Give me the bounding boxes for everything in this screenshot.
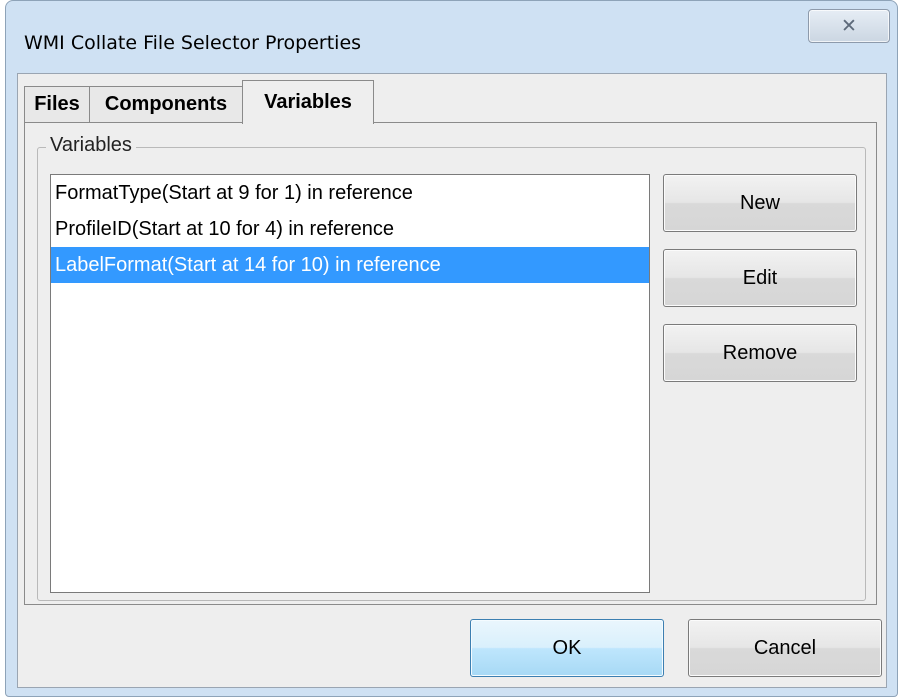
close-icon: ✕ (841, 14, 857, 37)
tab-files[interactable]: Files (24, 86, 90, 122)
variables-group-legend: Variables (46, 134, 136, 157)
new-button[interactable]: New (663, 174, 857, 232)
variable-list-item[interactable]: FormatType(Start at 9 for 1) in referenc… (51, 175, 649, 211)
dialog-footer: OK Cancel (18, 614, 886, 687)
window-title: WMI Collate File Selector Properties (24, 32, 362, 54)
ok-button[interactable]: OK (470, 619, 664, 677)
variable-list-item-selected[interactable]: LabelFormat(Start at 14 for 10) in refer… (51, 247, 649, 283)
remove-button[interactable]: Remove (663, 324, 857, 382)
tab-variables[interactable]: Variables (242, 80, 374, 124)
variables-listbox[interactable]: FormatType(Start at 9 for 1) in referenc… (50, 174, 650, 593)
close-button[interactable]: ✕ (808, 9, 890, 43)
title-bar: WMI Collate File Selector Properties ✕ (6, 1, 897, 73)
variables-tab-panel: Variables FormatType(Start at 9 for 1) i… (24, 122, 877, 605)
variable-list-item[interactable]: ProfileID(Start at 10 for 4) in referenc… (51, 211, 649, 247)
dialog-client-area: Files Components Variables Variables For… (17, 73, 887, 688)
tab-components[interactable]: Components (89, 86, 243, 122)
tab-strip: Files Components Variables (24, 80, 874, 124)
variables-groupbox: Variables FormatType(Start at 9 for 1) i… (37, 134, 866, 601)
cancel-button[interactable]: Cancel (688, 619, 882, 677)
edit-button[interactable]: Edit (663, 249, 857, 307)
properties-dialog: WMI Collate File Selector Properties ✕ F… (5, 0, 898, 697)
